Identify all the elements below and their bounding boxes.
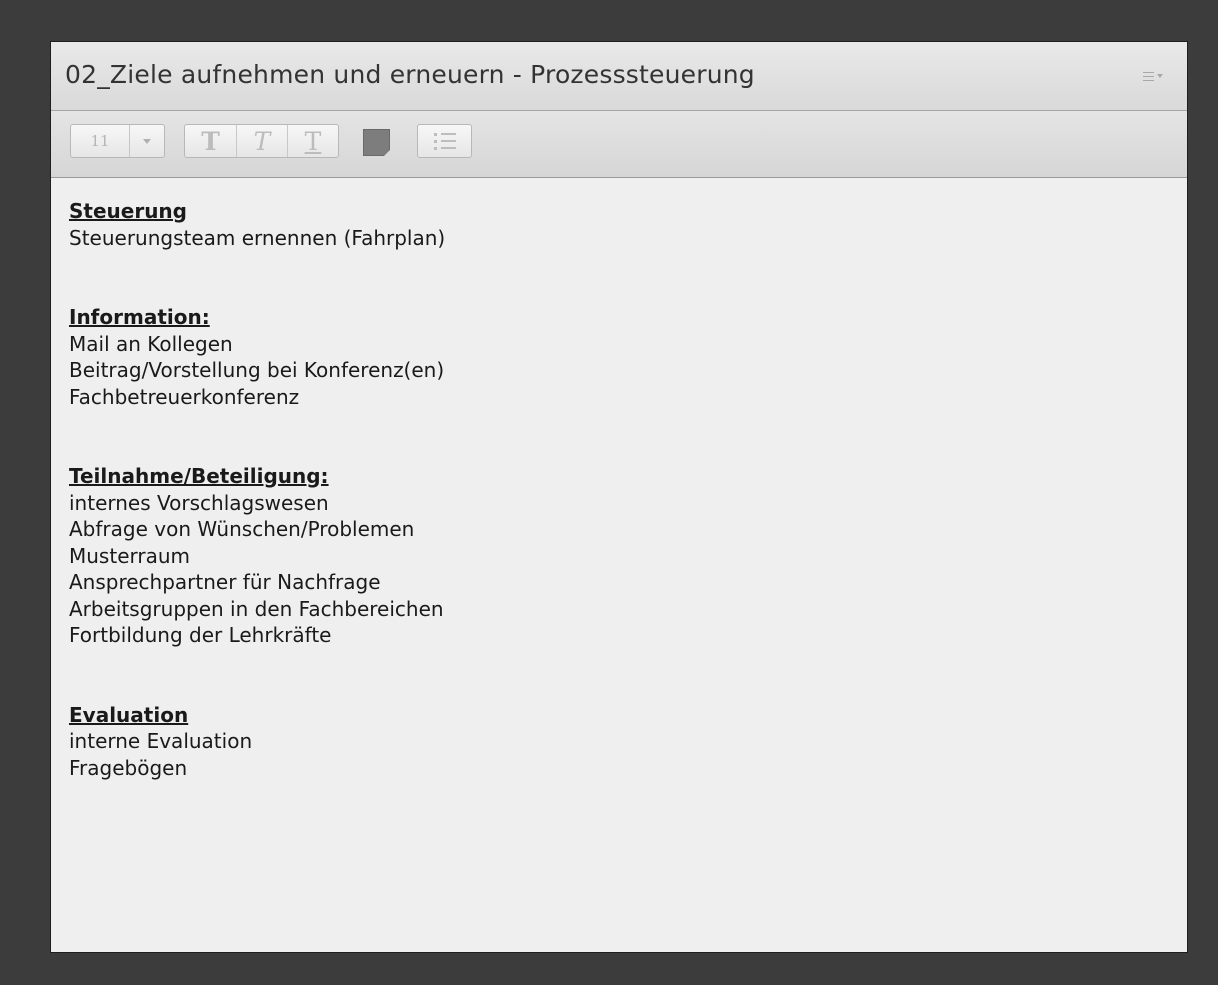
note-line: Musterraum (69, 543, 191, 568)
note-line: Abfrage von Wünschen/Problemen (69, 517, 415, 541)
section-heading: Teilnahme/Beteiligung: (69, 464, 329, 488)
notes-text-area[interactable]: Steuerung Steuerungsteam ernennen (Fahrpl… (51, 178, 1187, 781)
font-size-select[interactable]: 11 (70, 124, 165, 158)
note-line: Fachbetreuerkonferenz (69, 384, 300, 409)
bullet-list-icon (433, 132, 456, 150)
underline-button[interactable]: T (287, 125, 338, 157)
pod-header: 02_Ziele aufnehmen und erneuern - Prozes… (51, 42, 1187, 111)
notes-section: Teilnahme/Beteiligung: internes Vorschlag… (69, 463, 1169, 649)
notes-pod: 02_Ziele aufnehmen und erneuern - Prozes… (50, 41, 1188, 953)
note-line: internes Vorschlagswesen (69, 490, 329, 515)
bullet-list-button[interactable] (417, 124, 472, 158)
notes-section: Steuerung Steuerungsteam ernennen (Fahrpl… (69, 198, 1169, 251)
text-color-picker[interactable] (363, 129, 390, 156)
note-line: Steuerungsteam ernennen (Fahrplan) (69, 225, 446, 250)
text-format-toolbar: 11 T T T (51, 111, 1187, 178)
note-line: Beitrag/Vorstellung bei Konferenz(en) (69, 358, 445, 382)
pod-title: 02_Ziele aufnehmen und erneuern - Prozes… (65, 60, 755, 89)
notes-section: Evaluation interne Evaluation Fragebögen (69, 702, 1169, 782)
note-line: Arbeitsgruppen in den Fachbereichen (69, 596, 444, 621)
font-size-value: 11 (71, 125, 130, 157)
notes-section: Information: Mail an Kollegen Beitrag/Vors… (69, 304, 1169, 410)
note-line: Ansprechpartner für Nachfrage (69, 570, 381, 594)
pod-options-menu-icon[interactable] (1143, 69, 1165, 83)
section-heading: Evaluation (69, 702, 189, 727)
section-heading: Steuerung (69, 199, 187, 223)
note-line: Mail an Kollegen (69, 331, 233, 356)
bold-button[interactable]: T (185, 125, 236, 157)
chevron-down-icon (130, 138, 164, 144)
section-heading: Information: (69, 305, 210, 329)
note-line: Fortbildung der Lehrkräfte (69, 623, 332, 647)
text-style-group: T T T (184, 124, 339, 158)
note-line: interne Evaluation (69, 729, 253, 753)
italic-button[interactable]: T (236, 125, 287, 157)
note-line: Fragebögen (69, 755, 188, 780)
